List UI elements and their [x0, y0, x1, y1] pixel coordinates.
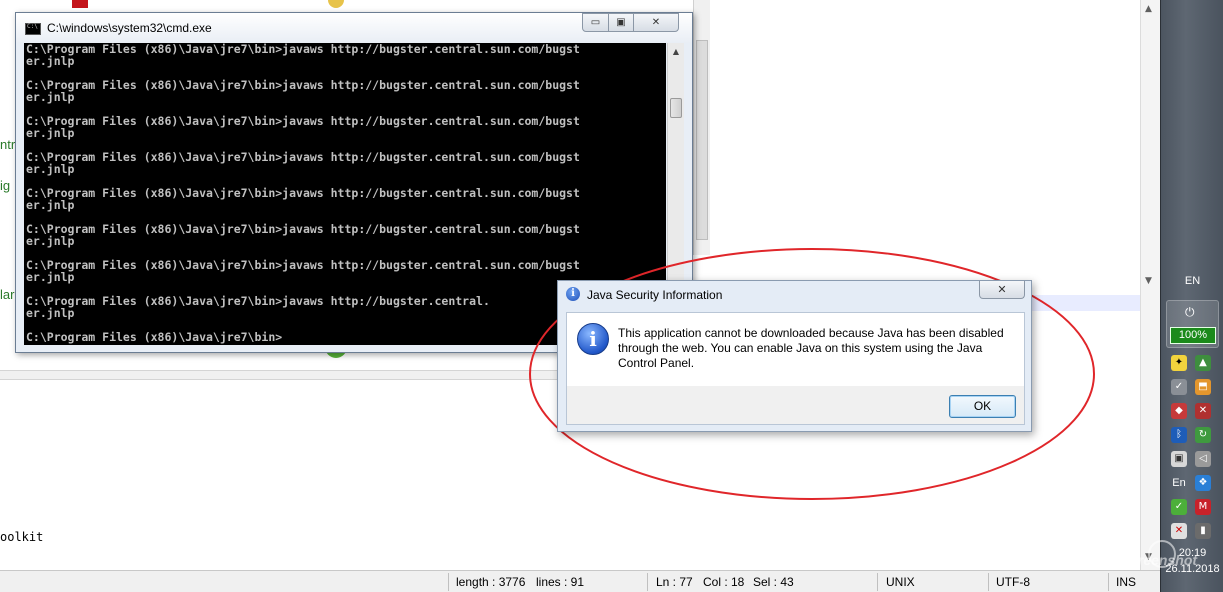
network-check-icon[interactable]: ✓ [1171, 379, 1187, 395]
sync-icon[interactable]: ↻ [1195, 427, 1211, 443]
close-button[interactable]: ✕ [633, 13, 679, 32]
scrollbar-thumb[interactable] [696, 40, 708, 240]
background-text-fragment: ig [0, 178, 11, 193]
language-indicator[interactable]: EN [1161, 275, 1223, 287]
status-eol-format: UNIX [886, 575, 915, 589]
dialog-body: i This application cannot be downloaded … [566, 312, 1025, 425]
scrollbar-thumb[interactable] [670, 98, 682, 118]
editor-status-bar: length : 3776 lines : 91 Ln : 77 Col : 1… [0, 570, 1160, 592]
info-icon: i [577, 323, 609, 355]
scroll-down-icon[interactable]: ▼ [1145, 276, 1152, 286]
info-icon: i [566, 287, 580, 301]
minimize-button[interactable]: ▭ [582, 13, 609, 32]
folder-sync-icon[interactable]: ⬒ [1195, 379, 1211, 395]
battery-indicator[interactable]: 100% [1170, 327, 1216, 344]
status-line-number: Ln : 77 [656, 575, 693, 589]
background-text-fragment: ntr [0, 137, 16, 152]
console-line: er.jnlp [26, 54, 75, 68]
power-panel[interactable]: ⏻ 100% [1166, 300, 1219, 348]
dialog-close-button[interactable]: ✕ [979, 281, 1025, 299]
bluetooth-icon[interactable]: ᛒ [1171, 427, 1187, 443]
scroll-up-icon[interactable]: ▲ [668, 43, 684, 60]
tray-language[interactable]: En [1171, 475, 1187, 491]
dialog-message: This application cannot be downloaded be… [618, 326, 1004, 370]
taskbar: EN ⏻ 100% ✦ ▲ ✓ ⬒ ◆ ✕ ᛒ ↻ ▣ ◁ En ❖ ✓ M ✕… [1160, 0, 1223, 592]
console-line: C:\Program Files (x86)\Java\jre7\bin>jav… [26, 222, 580, 236]
background-toolbar-strip [0, 0, 720, 10]
device-icon[interactable]: ▣ [1171, 451, 1187, 467]
watermark-text: ijScreenshot [1113, 552, 1198, 568]
status-length: length : 3776 [456, 575, 526, 589]
status-encoding: UTF-8 [996, 575, 1030, 589]
status-selection: Sel : 43 [753, 575, 794, 589]
dialog-message-area: i This application cannot be downloaded … [567, 313, 1024, 386]
console-line: C:\Program Files (x86)\Java\jre7\bin>jav… [26, 43, 580, 56]
dropbox-icon[interactable]: ❖ [1195, 475, 1211, 491]
editor-vertical-scrollbar[interactable]: ▲ ▼ ▼ [1140, 0, 1160, 570]
pdf-app-icon [72, 0, 88, 8]
console-line: er.jnlp [26, 90, 75, 104]
dialog-title: Java Security Information [587, 288, 723, 302]
status-column: Col : 18 [703, 575, 745, 589]
console-line: er.jnlp [26, 198, 75, 212]
editor-text-toolkit: oolkit [0, 530, 44, 544]
cmd-window-title: C:\windows\system32\cmd.exe [47, 21, 212, 35]
cmd-titlebar[interactable]: C:\windows\system32\cmd.exe ▭ ▣ ✕ [16, 13, 692, 43]
window-controls: ▭ ▣ ✕ [582, 13, 688, 32]
scroll-up-icon[interactable]: ▲ [1145, 4, 1152, 14]
status-lines: lines : 91 [536, 575, 585, 589]
dialog-titlebar[interactable]: i Java Security Information ✕ [558, 281, 1031, 307]
network-icon[interactable]: ▮ [1195, 523, 1211, 539]
ok-button[interactable]: OK [949, 395, 1016, 418]
cmd-app-icon [25, 23, 41, 35]
check-icon[interactable]: ✓ [1171, 499, 1187, 515]
background-vertical-scrollbar[interactable] [693, 0, 710, 255]
flag-error-icon[interactable]: ✕ [1171, 523, 1187, 539]
console-line: er.jnlp [26, 162, 75, 176]
volume-muted-icon[interactable]: ◁ [1195, 451, 1211, 467]
status-insert-mode: INS [1116, 575, 1137, 589]
console-line: C:\Program Files (x86)\Java\jre7\bin>jav… [26, 78, 580, 92]
disk-error-icon[interactable]: ✕ [1195, 403, 1211, 419]
drive-icon[interactable]: ▲ [1195, 355, 1211, 371]
mcafee-icon[interactable]: M [1195, 499, 1211, 515]
java-security-dialog[interactable]: i Java Security Information ✕ i This app… [557, 280, 1032, 432]
shield-icon[interactable]: ◆ [1171, 403, 1187, 419]
maximize-button[interactable]: ▣ [608, 13, 634, 32]
console-line: C:\Program Files (x86)\Java\jre7\bin>jav… [26, 114, 580, 128]
power-plug-icon: ⏻ [1185, 305, 1195, 319]
console-line: C:\Program Files (x86)\Java\jre7\bin>jav… [26, 186, 580, 200]
lightbulb-icon[interactable]: ✦ [1171, 355, 1187, 371]
background-text-fragment: lar [0, 287, 15, 302]
console-line: er.jnlp [26, 126, 75, 140]
console-line: C:\Program Files (x86)\Java\jre7\bin>jav… [26, 150, 580, 164]
